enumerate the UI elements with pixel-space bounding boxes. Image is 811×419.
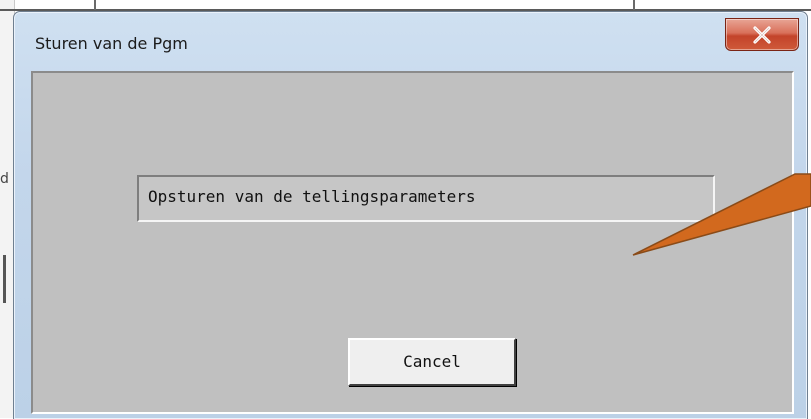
window-title: Sturen van de Pgm xyxy=(35,34,188,53)
background-text-fragment: d xyxy=(0,171,9,187)
background-tick xyxy=(94,0,96,10)
close-button[interactable] xyxy=(725,18,799,51)
background-scrollbar-fragment xyxy=(3,255,6,303)
dialog-window: Sturen van de Pgm Opsturen van de tellin… xyxy=(13,11,808,419)
cancel-button[interactable]: Cancel xyxy=(348,338,516,386)
dialog-client-area: Opsturen van de tellingsparameters Cance… xyxy=(31,71,794,414)
status-message-field: Opsturen van de tellingsparameters xyxy=(137,175,715,222)
close-icon xyxy=(753,25,771,44)
background-tick xyxy=(633,0,635,10)
title-bar[interactable]: Sturen van de Pgm xyxy=(14,12,807,70)
